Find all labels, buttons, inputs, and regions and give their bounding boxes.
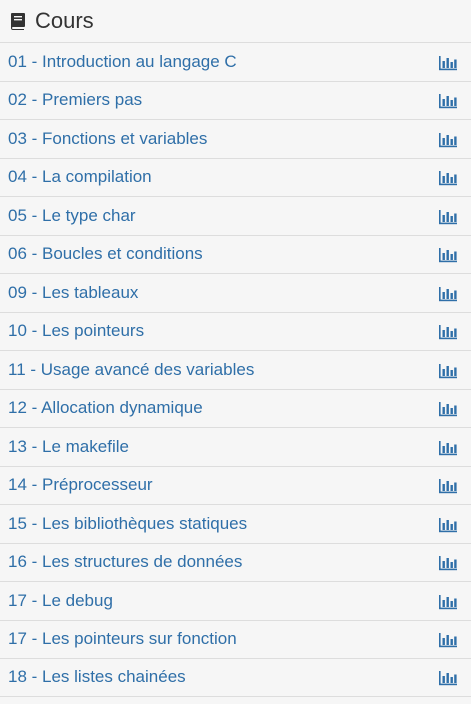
- course-link[interactable]: 17 - Les pointeurs sur fonction: [8, 629, 237, 649]
- list-item[interactable]: 03 - Fonctions et variables: [0, 119, 471, 158]
- bar-chart-icon[interactable]: [437, 515, 459, 533]
- course-link[interactable]: 04 - La compilation: [8, 167, 152, 187]
- list-item[interactable]: 01 - Introduction au langage C: [0, 42, 471, 81]
- bar-chart-icon[interactable]: [437, 322, 459, 340]
- course-link[interactable]: 14 - Préprocesseur: [8, 475, 153, 495]
- course-link[interactable]: 11 - Usage avancé des variables: [8, 360, 254, 380]
- course-link[interactable]: 15 - Les bibliothèques statiques: [8, 514, 247, 534]
- bar-chart-icon[interactable]: [437, 53, 459, 71]
- bar-chart-icon[interactable]: [437, 553, 459, 571]
- list-item[interactable]: 17 - Le debug: [0, 581, 471, 620]
- course-link[interactable]: 06 - Boucles et conditions: [8, 244, 203, 264]
- list-item[interactable]: 10 - Les pointeurs: [0, 311, 471, 351]
- bar-chart-icon[interactable]: [437, 245, 459, 263]
- list-item[interactable]: 16 - Les structures de données: [0, 542, 471, 582]
- course-list: 01 - Introduction au langage C 02 - Premi…: [0, 42, 471, 697]
- bar-chart-icon[interactable]: [437, 168, 459, 186]
- bar-chart-icon[interactable]: [437, 630, 459, 648]
- bar-chart-icon[interactable]: [437, 361, 459, 379]
- book-icon: [7, 10, 29, 32]
- list-item[interactable]: 17 - Les pointeurs sur fonction: [0, 619, 471, 659]
- course-link[interactable]: 01 - Introduction au langage C: [8, 52, 237, 72]
- bar-chart-icon[interactable]: [437, 668, 459, 686]
- course-link[interactable]: 05 - Le type char: [8, 206, 136, 226]
- course-link[interactable]: 02 - Premiers pas: [8, 90, 142, 110]
- course-link[interactable]: 03 - Fonctions et variables: [8, 129, 207, 149]
- course-link[interactable]: 12 - Allocation dynamique: [8, 398, 203, 418]
- course-link[interactable]: 09 - Les tableaux: [8, 283, 138, 303]
- list-item[interactable]: 12 - Allocation dynamique: [0, 388, 471, 428]
- course-link[interactable]: 17 - Le debug: [8, 591, 113, 611]
- bar-chart-icon[interactable]: [437, 130, 459, 148]
- bar-chart-icon[interactable]: [437, 207, 459, 225]
- bar-chart-icon[interactable]: [437, 399, 459, 417]
- list-item[interactable]: 02 - Premiers pas: [0, 80, 471, 120]
- course-link[interactable]: 13 - Le makefile: [8, 437, 129, 457]
- panel-header: Cours: [0, 0, 471, 42]
- list-item[interactable]: 04 - La compilation: [0, 157, 471, 197]
- list-item[interactable]: 13 - Le makefile: [0, 427, 471, 466]
- bar-chart-icon[interactable]: [437, 476, 459, 494]
- bar-chart-icon[interactable]: [437, 438, 459, 456]
- courses-panel: Cours 01 - Introduction au langage C 02 -…: [0, 0, 471, 704]
- list-item[interactable]: 11 - Usage avancé des variables: [0, 350, 471, 389]
- bar-chart-icon[interactable]: [437, 91, 459, 109]
- course-link[interactable]: 16 - Les structures de données: [8, 552, 242, 572]
- course-link[interactable]: 18 - Les listes chainées: [8, 667, 186, 687]
- bar-chart-icon[interactable]: [437, 284, 459, 302]
- bar-chart-icon[interactable]: [437, 592, 459, 610]
- course-link[interactable]: 10 - Les pointeurs: [8, 321, 144, 341]
- list-item[interactable]: 05 - Le type char: [0, 196, 471, 235]
- list-item[interactable]: 14 - Préprocesseur: [0, 465, 471, 505]
- list-item[interactable]: 15 - Les bibliothèques statiques: [0, 504, 471, 543]
- panel-title: Cours: [35, 8, 94, 33]
- list-item[interactable]: 06 - Boucles et conditions: [0, 234, 471, 274]
- list-item[interactable]: 09 - Les tableaux: [0, 273, 471, 312]
- list-item[interactable]: 18 - Les listes chainées: [0, 658, 471, 697]
